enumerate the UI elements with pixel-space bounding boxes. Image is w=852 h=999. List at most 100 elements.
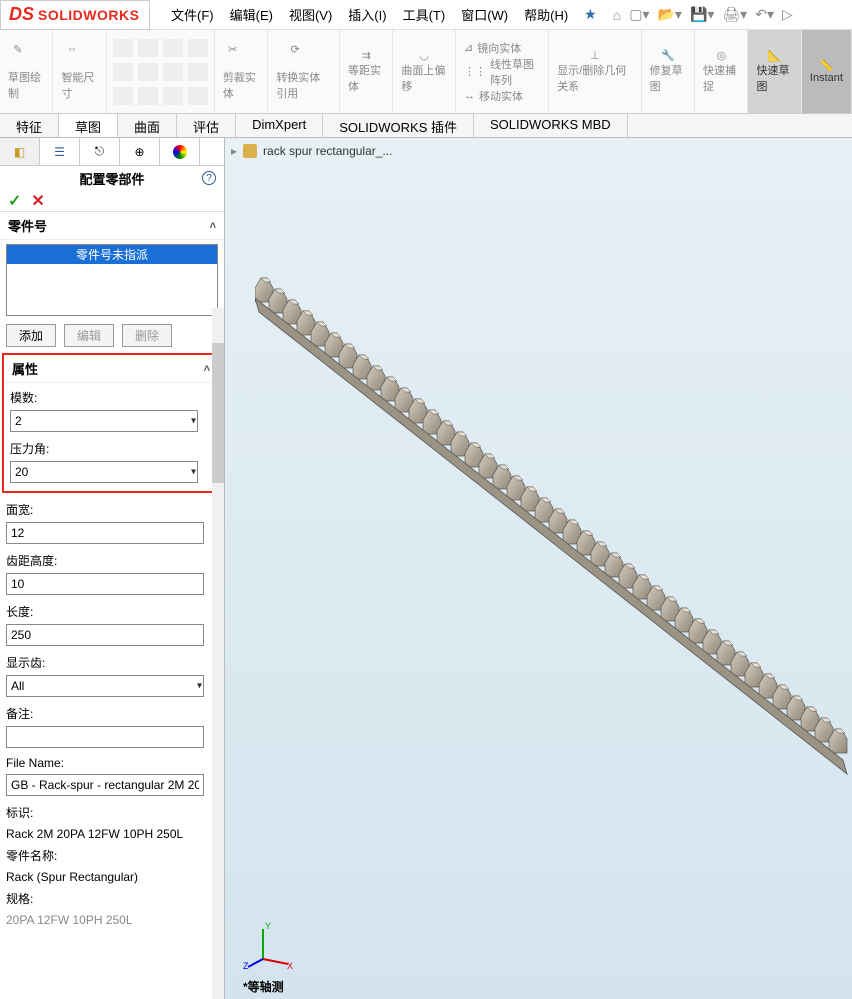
ribbon-smartdim-label: 智能尺寸 (61, 69, 97, 101)
circle-icon[interactable] (138, 39, 158, 57)
tab-dimxpert[interactable]: DimXpert (236, 114, 323, 137)
edit-button[interactable]: 编辑 (64, 324, 114, 347)
ribbon-smartdim[interactable]: ⇔ 智能尺寸 (53, 30, 106, 113)
mirror-icon: ⊿ (464, 41, 473, 54)
ok-button[interactable]: ✓ (8, 191, 21, 211)
facewidth-label: 面宽: (0, 495, 224, 520)
undo-icon[interactable]: ↶▾ (755, 6, 774, 23)
rapid-icon: 📐 (768, 49, 782, 62)
pm-tab-appearance[interactable] (160, 138, 200, 165)
pm-tabs: ◧ ☰ ⎋ ⊕ (0, 138, 224, 166)
tab-sketch[interactable]: 草图 (59, 114, 118, 137)
add-button[interactable]: 添加 (6, 324, 56, 347)
ribbon-move[interactable]: ↔移动实体 (464, 88, 523, 104)
open-icon[interactable]: 📂▾ (657, 6, 681, 23)
ribbon-linpattern[interactable]: ⋮⋮线性草图阵列 (464, 56, 540, 88)
rect-icon[interactable] (113, 63, 133, 81)
pm-tab-property[interactable]: ☰ (40, 138, 80, 165)
spline-icon[interactable] (163, 39, 183, 57)
highlighted-properties: 属性 ˄ 模数: 2 ▾ 压力角: 20 ▾ (2, 353, 220, 493)
breadcrumb-name[interactable]: rack spur rectangular_... (263, 144, 392, 158)
slot-icon[interactable] (188, 39, 208, 57)
home-icon[interactable]: ⌂ (613, 7, 621, 23)
menu-help[interactable]: 帮助(H) (518, 3, 574, 26)
partname-label: 零件名称: (0, 841, 224, 866)
pm-tab-config[interactable]: ⎋ (80, 138, 120, 165)
move-icon: ↔ (464, 90, 475, 102)
props-head[interactable]: 属性 ˄ (4, 355, 218, 383)
ribbon-surface[interactable]: ◡曲面上偏移 (393, 30, 456, 113)
ribbon-sketch[interactable]: ✎ 草图绘制 (0, 30, 53, 113)
centerline-icon[interactable] (188, 87, 208, 105)
pm-tab-dimxpert[interactable]: ⊕ (120, 138, 160, 165)
offset-icon: ⇉ (362, 49, 371, 62)
arc-icon[interactable] (138, 63, 158, 81)
pm-title: 配置零部件 (79, 169, 144, 188)
svg-text:X: X (287, 961, 293, 969)
svg-text:Z: Z (243, 961, 249, 969)
pm-tab-feature[interactable]: ◧ (0, 138, 40, 165)
ribbon-relations[interactable]: ⊥显示/删除几何关系 (549, 30, 641, 113)
modulus-select[interactable]: 2 (10, 410, 198, 432)
tab-mbd[interactable]: SOLIDWORKS MBD (474, 114, 628, 137)
showteeth-select[interactable]: All (6, 675, 204, 697)
menu-edit[interactable]: 编辑(E) (224, 3, 279, 26)
remarks-input[interactable] (6, 726, 204, 748)
facewidth-input[interactable] (6, 522, 204, 544)
cancel-button[interactable]: ✕ (31, 191, 44, 211)
point-icon[interactable] (113, 87, 133, 105)
quick-access-toolbar: ⌂ ▢▾ 📂▾ 💾▾ 🖨▾ ↶▾ ▷ (613, 6, 793, 23)
tab-evaluate[interactable]: 评估 (177, 114, 236, 137)
orientation-triad[interactable]: Y X Z (243, 919, 293, 969)
menu-window[interactable]: 窗口(W) (455, 3, 514, 26)
spec-label: 规格: (0, 884, 224, 909)
ribbon-offset[interactable]: ⇉等距实体 (340, 30, 393, 113)
ribbon-surface-label: 曲面上偏移 (401, 62, 447, 94)
ribbon-snaps[interactable]: ◎快速捕捉 (695, 30, 748, 113)
part-icon (243, 144, 257, 158)
tab-addins[interactable]: SOLIDWORKS 插件 (323, 114, 474, 137)
props-head-label: 属性 (12, 359, 38, 378)
select-icon[interactable]: ▷ (782, 6, 793, 23)
line-icon[interactable] (113, 39, 133, 57)
text-icon[interactable] (138, 87, 158, 105)
tab-feature[interactable]: 特征 (0, 114, 59, 137)
scrollbar-thumb[interactable] (212, 343, 224, 483)
length-input[interactable] (6, 624, 204, 646)
poly-icon[interactable] (163, 63, 183, 81)
tab-surface[interactable]: 曲面 (118, 114, 177, 137)
new-icon[interactable]: ▢▾ (629, 6, 649, 23)
ribbon-repair[interactable]: 🔧修复草图 (642, 30, 695, 113)
partno-item-selected[interactable]: 零件号未指派 (7, 245, 217, 264)
breadcrumb-arrow-icon[interactable]: ▸ (231, 144, 237, 158)
menu-insert[interactable]: 插入(I) (342, 3, 392, 26)
delete-button[interactable]: 删除 (122, 324, 172, 347)
ellipse-icon[interactable] (188, 63, 208, 81)
plane-icon[interactable] (163, 87, 183, 105)
showteeth-label: 显示齿: (0, 648, 224, 673)
ribbon-mirror[interactable]: ⊿镜向实体 (464, 40, 521, 56)
menu-view[interactable]: 视图(V) (283, 3, 338, 26)
partno-head[interactable]: 零件号 ˄ (0, 212, 224, 240)
ribbon-rapidsketch[interactable]: 📐快速草图 (748, 30, 801, 113)
partno-list[interactable]: 零件号未指派 (6, 244, 218, 316)
pm-title-row: 配置零部件 ? (0, 166, 224, 190)
help-icon[interactable]: ? (202, 171, 216, 185)
ribbon-instant[interactable]: 📏Instant (802, 30, 852, 113)
breadcrumb: ▸ rack spur rectangular_... (231, 144, 392, 158)
pin-icon[interactable]: ★ (584, 6, 597, 23)
ribbon-trim[interactable]: ✂剪裁实体 (215, 30, 268, 113)
ribbon-convert[interactable]: ⟳转换实体引用 (268, 30, 340, 113)
pressure-select[interactable]: 20 (10, 461, 198, 483)
side-scrollbar[interactable] (212, 308, 224, 999)
pitchheight-input[interactable] (6, 573, 204, 595)
ribbon-convert-label: 转换实体引用 (276, 69, 331, 101)
workspace: ◧ ☰ ⎋ ⊕ 配置零部件 ? ✓ ✕ 零件号 ˄ 零件号未指派 添加 编辑 删… (0, 138, 852, 999)
save-icon[interactable]: 💾▾ (690, 6, 714, 23)
chevron-up-icon: ˄ (204, 363, 210, 375)
menu-tools[interactable]: 工具(T) (397, 3, 452, 26)
menu-file[interactable]: 文件(F) (165, 3, 220, 26)
filename-input[interactable] (6, 774, 204, 796)
graphics-viewport[interactable]: ▸ rack spur rectangular_... (225, 138, 852, 999)
print-icon[interactable]: 🖨▾ (722, 6, 747, 23)
